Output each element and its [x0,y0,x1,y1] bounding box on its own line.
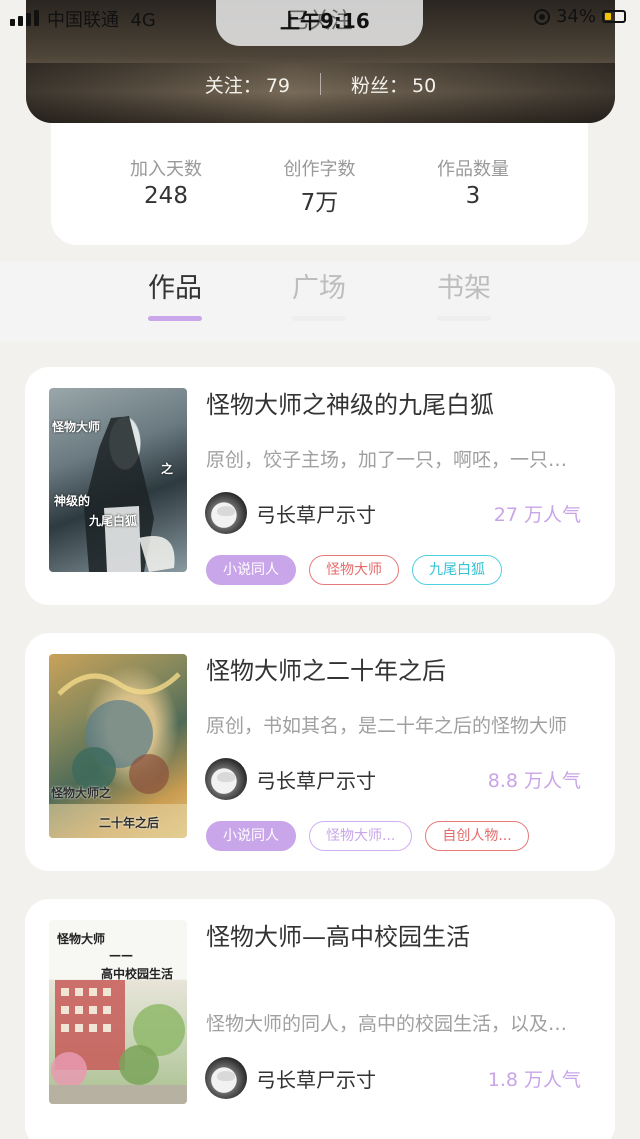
work-tags: 小说同人 怪物大师 九尾白狐 [206,555,502,585]
tag[interactable]: 怪物大师... [309,821,413,851]
tag[interactable]: 九尾白狐 [412,555,502,585]
tab-bookshelf[interactable]: 书架 [424,266,504,321]
signal-icon [10,10,39,26]
following-stat[interactable]: 关注： 79 [205,71,290,98]
work-cover[interactable]: 怪物大师 之 神级的 九尾白狐 [49,388,187,572]
work-title[interactable]: 怪物大师之二十年之后 [206,651,446,686]
work-cover[interactable]: 怪物大师 —— 高中校园生活 [49,920,187,1104]
work-description: 怪物大师的同人，高中的校园生活，以及各种趣事 [206,1013,586,1035]
work-description: 原创，饺子主场，加了一只，啊呸，一只九尾白狐 [206,449,586,471]
tag[interactable]: 怪物大师 [309,555,399,585]
popularity-count: 27 万人气 [493,503,581,526]
tag[interactable]: 自创人物... [425,821,529,851]
avatar[interactable] [205,758,247,800]
carrier-label: 中国联通 4G [47,10,156,31]
status-right: 34% [533,6,626,27]
profile-stats-card: 加入天数 248 创作字数 7万 作品数量 3 [51,123,588,245]
profile-tabs: 作品 广场 书架 [0,262,640,342]
stat-word-count: 创作字数 7万 [283,159,356,216]
work-author-row: 弓长草尸示寸 27 万人气 [205,491,581,535]
work-description: 原创，书如其名，是二十年之后的怪物大师 [206,715,568,737]
battery-icon [602,10,626,23]
author-name[interactable]: 弓长草尸示寸 [256,499,376,528]
work-title[interactable]: 怪物大师—高中校园生活 [206,917,470,952]
author-name[interactable]: 弓长草尸示寸 [256,1064,376,1093]
status-time: 上午9:16 [280,9,370,33]
work-card[interactable]: 怪物大师 —— 高中校园生活 怪物大师—高中校园生活 怪物大师的同人，高中的校园… [25,899,615,1139]
stat-work-count: 作品数量 3 [437,159,509,209]
tab-square[interactable]: 广场 [279,266,359,321]
work-title[interactable]: 怪物大师之神级的九尾白狐 [206,385,494,420]
orientation-lock-icon [533,8,550,25]
avatar[interactable] [205,1057,247,1099]
avatar[interactable] [205,492,247,534]
fans-stat[interactable]: 粉丝： 50 [351,71,436,98]
work-tags: 小说同人 怪物大师... 自创人物... [206,821,529,851]
status-bar: 中国联通 4G 上午9:16 34% [0,0,640,36]
work-author-row: 弓长草尸示寸 1.8 万人气 [205,1056,581,1100]
stats-divider [320,73,321,95]
tag[interactable]: 小说同人 [206,555,296,585]
popularity-count: 8.8 万人气 [487,769,581,792]
work-card[interactable]: 怪物大师 之 神级的 九尾白狐 怪物大师之神级的九尾白狐 原创，饺子主场，加了一… [25,367,615,605]
author-name[interactable]: 弓长草尸示寸 [256,765,376,794]
popularity-count: 1.8 万人气 [487,1068,581,1091]
battery-percent: 34% [555,6,596,27]
tab-works[interactable]: 作品 [135,266,215,321]
stat-join-days: 加入天数 248 [130,159,202,209]
tag[interactable]: 小说同人 [206,821,296,851]
work-card[interactable]: 怪物大师之 二十年之后 怪物大师之二十年之后 原创，书如其名，是二十年之后的怪物… [25,633,615,871]
work-cover[interactable]: 怪物大师之 二十年之后 [49,654,187,838]
work-author-row: 弓长草尸示寸 8.8 万人气 [205,757,581,801]
follow-stats: 关注： 79 粉丝： 50 [26,66,615,102]
